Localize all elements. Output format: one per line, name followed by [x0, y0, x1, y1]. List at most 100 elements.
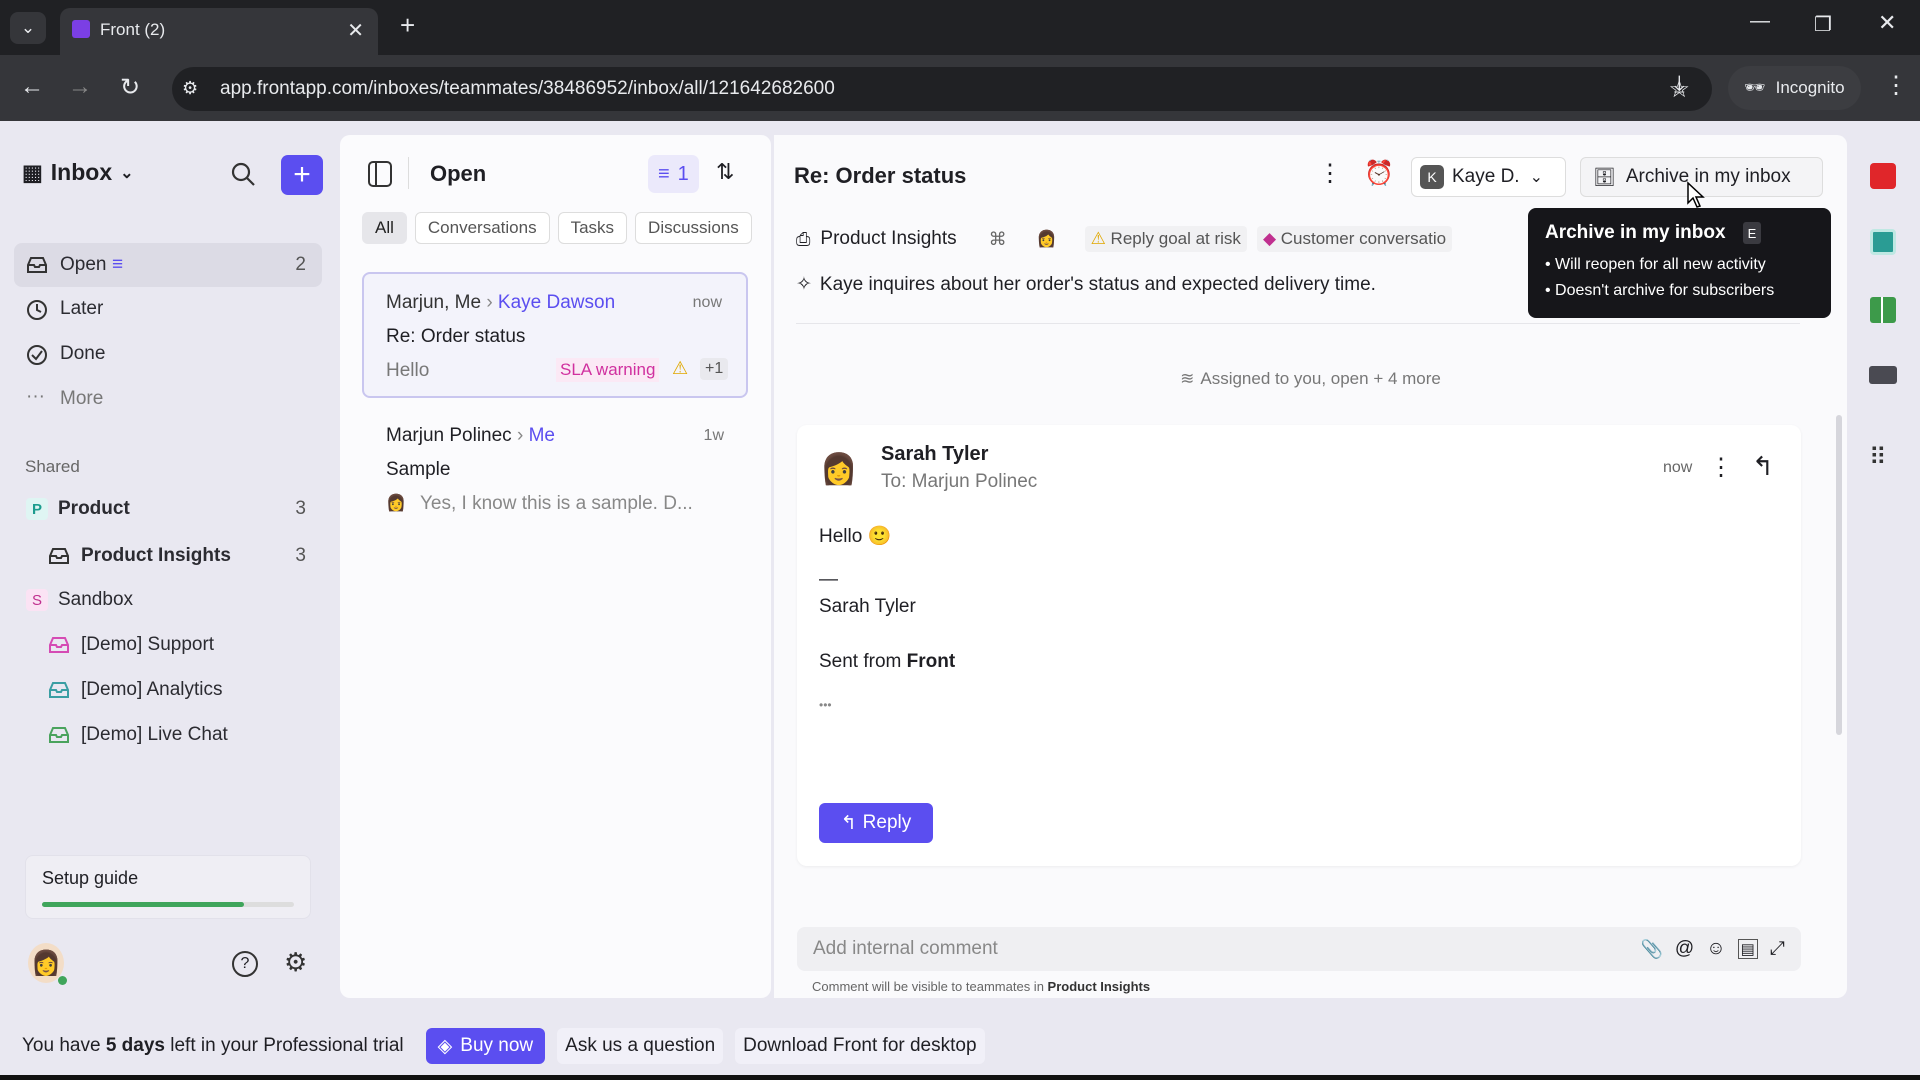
ticket-icon[interactable]: ⌘ [989, 229, 1007, 250]
shared-heading: Shared [25, 457, 80, 476]
url-field[interactable]: ⚙ app.frontapp.com/inboxes/teammates/384… [172, 67, 1712, 111]
more-options-icon[interactable]: ⋮ [1318, 159, 1342, 188]
site-info-icon[interactable]: ⚙ [182, 78, 198, 99]
conversation-participants: Marjun, Me › Kaye Dawson [386, 292, 616, 313]
toggle-sidebar-icon[interactable] [368, 161, 392, 187]
sort-icon[interactable]: ⇅ [716, 159, 734, 185]
sidebar-item-demo-live-chat[interactable]: [Demo] Live Chat [14, 713, 322, 757]
download-desktop-button[interactable]: Download Front for desktop [735, 1028, 985, 1064]
sidebar-item-more[interactable]: ··· More [14, 377, 322, 421]
forward-icon[interactable]: → [68, 73, 92, 101]
settings-gear-icon[interactable]: ⚙ [284, 947, 307, 978]
tag-reply-goal[interactable]: ⚠ Reply goal at risk [1084, 226, 1247, 252]
layers-icon: ≋ [1180, 369, 1195, 388]
attachment-icon[interactable]: 📎 [1640, 939, 1662, 960]
tab-all[interactable]: All [362, 212, 407, 244]
knowledge-base-icon[interactable] [1870, 297, 1896, 323]
sidebar-item-later[interactable]: Later [14, 287, 322, 331]
product-badge-icon: P [26, 498, 48, 520]
inbox-icon [49, 548, 69, 564]
inbox-switcher[interactable]: ▦ Inbox ⌄ [22, 159, 134, 186]
tag-customer-conversation[interactable]: ◆ Customer conversatio [1256, 226, 1453, 252]
comment-placeholder: Add internal comment [813, 938, 998, 959]
inbox-tag[interactable]: Product Insights [820, 228, 956, 250]
inbox-icon [49, 637, 69, 653]
message-greeting: Hello [819, 526, 863, 547]
participants-avatars[interactable]: 👩 [1037, 229, 1057, 249]
tab-conversations[interactable]: Conversations [414, 212, 550, 244]
tab-search-icon[interactable]: ⌄ [10, 12, 46, 44]
reply-arrow-icon[interactable]: ↰ [1752, 451, 1774, 482]
conversation-subject: Re: Order status [386, 326, 526, 347]
archive-icon: 🗄 [1593, 166, 1616, 187]
conversation-item-selected[interactable]: Marjun, Me › Kaye Dawson now Re: Order s… [362, 272, 748, 398]
tab-title: Front (2) [100, 20, 166, 39]
back-icon[interactable]: ← [20, 73, 44, 101]
gif-icon[interactable]: ▤ [1737, 939, 1758, 959]
restore-icon[interactable]: ❐ [1814, 12, 1832, 37]
setup-guide[interactable]: Setup guide [25, 855, 311, 919]
label: Later [60, 298, 104, 319]
incognito-badge[interactable]: 🕶 Incognito [1728, 66, 1861, 110]
smile-emoji-icon: 🙂 [867, 526, 892, 547]
close-window-icon[interactable]: ✕ [1878, 10, 1896, 36]
mouse-cursor-icon [1687, 181, 1705, 208]
show-quoted-button[interactable]: ••• [819, 699, 955, 711]
download-icon[interactable]: ⤓ [1674, 71, 1685, 99]
conversation-item[interactable]: Marjun Polinec › Me 1w Sample 👩 Yes, I k… [362, 425, 748, 535]
label: [Demo] Support [81, 634, 215, 655]
contacts-icon[interactable] [1870, 229, 1896, 255]
signature-dash: — [819, 569, 838, 590]
reload-icon[interactable]: ↻ [120, 73, 140, 102]
assignee-avatar: K [1420, 165, 1444, 189]
mention-icon[interactable]: @ [1675, 938, 1694, 960]
ellipsis-icon: ··· [26, 386, 45, 407]
conversation-participants: Marjun Polinec › Me [386, 425, 555, 446]
reply-icon: ↰ [840, 812, 857, 834]
online-status-dot [58, 976, 67, 985]
label: More [60, 388, 104, 409]
app-rail: ⠿ [1849, 121, 1920, 1016]
gem-icon: ◈ [437, 1035, 453, 1057]
sidebar-item-sandbox[interactable]: S Sandbox [14, 578, 322, 622]
sla-warning-badge: SLA warning [556, 358, 660, 382]
label: [Demo] Live Chat [81, 724, 228, 745]
expand-icon[interactable]: ⤢ [1770, 938, 1785, 960]
emoji-icon[interactable]: ☺ [1706, 938, 1725, 960]
tab-discussions[interactable]: Discussions [635, 212, 752, 244]
internal-comment-input[interactable]: Add internal comment 📎 @ ☺ ▤ ⤢ [797, 927, 1801, 971]
assignee-dropdown[interactable]: K Kaye D. ⌄ [1411, 157, 1566, 197]
message-more-icon[interactable]: ⋮ [1709, 453, 1733, 482]
tab-tasks[interactable]: Tasks [557, 212, 628, 244]
new-tab-icon[interactable]: + [400, 10, 415, 41]
sidebar-item-demo-support[interactable]: [Demo] Support [14, 623, 322, 667]
calendar-icon[interactable] [1870, 163, 1896, 189]
sidebar-item-open[interactable]: Open ≡ 2 [14, 243, 322, 287]
keyboard-icon[interactable] [1869, 366, 1897, 384]
search-icon[interactable] [230, 161, 256, 187]
browser-menu-icon[interactable]: ⋮ [1884, 71, 1908, 100]
conversation-tags: ⎙ Product Insights ⌘ 👩 ⚠ Reply goal at r… [796, 221, 1453, 257]
sidebar-item-done[interactable]: Done [14, 332, 322, 376]
ask-question-button[interactable]: Ask us a question [557, 1028, 724, 1064]
buy-now-button[interactable]: ◈ Buy now [425, 1028, 546, 1064]
sidebar-item-demo-analytics[interactable]: [Demo] Analytics [14, 668, 322, 712]
help-icon[interactable]: ? [232, 951, 258, 977]
compose-button[interactable]: + [281, 155, 323, 195]
incognito-label: Incognito [1775, 78, 1845, 97]
tag-icon: ◆ [1262, 229, 1281, 248]
clock-icon [27, 300, 47, 320]
conversation-time: 1w [703, 427, 724, 444]
shortcut-key: E [1743, 222, 1761, 244]
sidebar-item-product[interactable]: P Product 3 [14, 487, 322, 531]
apps-grid-icon[interactable]: ⠿ [1869, 443, 1887, 472]
snooze-alarm-icon[interactable]: ⏰ [1364, 159, 1394, 188]
close-tab-icon[interactable]: ✕ [347, 18, 364, 43]
reply-button[interactable]: ↰ Reply [819, 803, 933, 843]
filter-button[interactable]: ≡ 1 [648, 155, 699, 193]
minimize-icon[interactable]: — [1750, 10, 1770, 33]
scrollbar[interactable] [1836, 335, 1842, 795]
browser-tab[interactable]: Front (2) ✕ [60, 8, 378, 55]
grid-icon: ▦ [22, 159, 43, 185]
sidebar-item-product-insights[interactable]: Product Insights 3 [14, 534, 322, 578]
